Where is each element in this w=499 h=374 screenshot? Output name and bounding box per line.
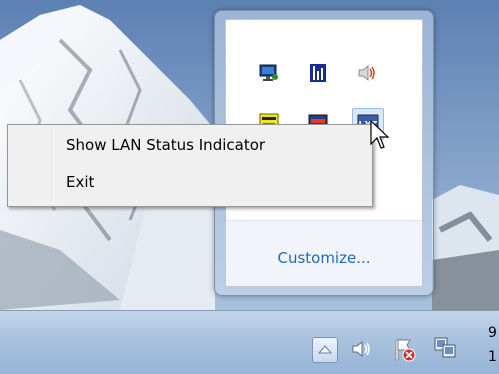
- mouse-cursor-icon: [370, 119, 392, 152]
- customize-area: Customize...: [226, 220, 422, 286]
- network-icon: [434, 337, 456, 358]
- lxi-instrument-icon[interactable]: [307, 62, 329, 84]
- menu-item-label: Show LAN Status Indicator: [66, 136, 266, 154]
- menu-item-exit[interactable]: Exit: [10, 167, 368, 197]
- taskbar: 9 1: [0, 310, 499, 374]
- volume-icon: [352, 340, 370, 358]
- customize-link[interactable]: Customize...: [226, 249, 422, 267]
- clock-date-partial[interactable]: 1: [488, 349, 497, 365]
- show-hidden-icons-button[interactable]: [312, 337, 338, 363]
- network-tray-icon[interactable]: [432, 335, 458, 361]
- volume-icon[interactable]: [356, 62, 378, 84]
- volume-tray-icon[interactable]: [350, 337, 374, 361]
- show-hidden-icons-icon: [317, 345, 333, 354]
- clock-time-partial[interactable]: 9: [488, 325, 497, 341]
- action-center-tray-icon[interactable]: [392, 337, 418, 363]
- network-monitor-icon[interactable]: [258, 62, 280, 84]
- menu-item-label: Exit: [66, 173, 95, 191]
- context-menu: Show LAN Status Indicator Exit: [7, 124, 373, 207]
- action-center-flag-icon: [395, 339, 416, 362]
- menu-item-show-lan-status-indicator[interactable]: Show LAN Status Indicator: [10, 130, 368, 160]
